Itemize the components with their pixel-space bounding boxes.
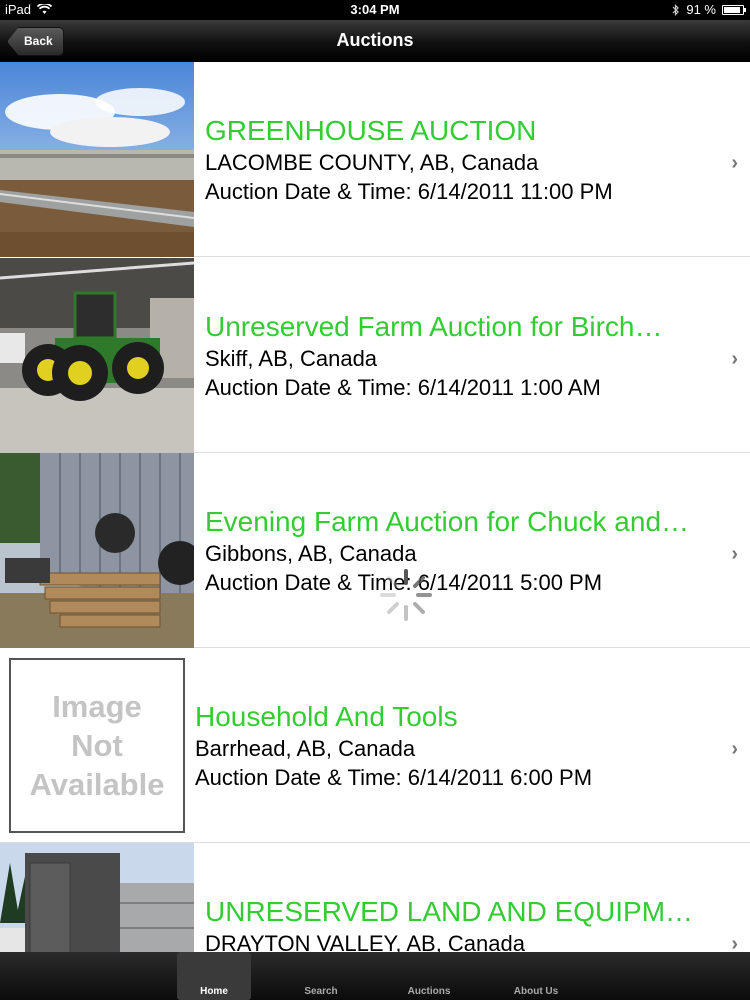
chevron-right-icon: › [731,543,738,565]
lumber-photo [0,453,194,648]
auction-list[interactable]: GREENHOUSE AUCTION LACOMBE COUNTY, AB, C… [0,62,750,952]
auction-title: GREENHOUSE AUCTION [205,115,537,146]
auction-date: Auction Date & Time: 6/14/2011 5:00 PM [205,570,603,595]
list-item[interactable]: Evening Farm Auction for Chuck and… Gibb… [0,453,750,648]
auction-location: Gibbons, AB, Canada [205,541,417,566]
tab-search-label: Search [304,986,338,997]
chevron-right-icon: › [731,738,738,760]
auction-title: Evening Farm Auction for Chuck and… [205,506,690,537]
status-bar: iPad 3:04 PM 91 % [0,0,750,20]
page-title: Auctions [336,30,414,50]
loading-spinner-icon [380,569,432,621]
bluetooth-icon [672,3,680,16]
auction-location: LACOMBE COUNTY, AB, Canada [205,150,539,175]
list-item[interactable]: Unreserved Farm Auction for Birch… Skiff… [0,258,750,453]
auction-location: Barrhead, AB, Canada [195,736,416,761]
auction-title: Unreserved Farm Auction for Birch… [205,311,663,342]
tab-bar: Home Search Auctions About Us [0,952,750,1000]
list-item[interactable]: GREENHOUSE AUCTION LACOMBE COUNTY, AB, C… [0,62,750,257]
auction-title: UNRESERVED LAND AND EQUIPM… [205,896,694,927]
chevron-right-icon: › [731,933,738,952]
auction-title: Household And Tools [195,701,458,732]
chevron-right-icon: › [731,348,738,370]
chevron-right-icon: › [731,152,738,174]
status-time: 3:04 PM [350,2,400,17]
auction-location: Skiff, AB, Canada [205,346,378,371]
auction-location: DRAYTON VALLEY, AB, Canada [205,931,525,952]
trailer-photo [0,843,194,952]
navigation-bar: Back Auctions [0,20,750,62]
tab-home-label: Home [200,986,228,997]
image-not-available: Image Not Available [9,658,185,833]
tab-about-us[interactable]: About Us [499,952,573,1000]
auction-date: Auction Date & Time: 6/14/2011 1:00 AM [205,375,601,400]
tab-search[interactable]: Search [284,952,358,1000]
tab-auctions[interactable]: Auctions [392,952,466,1000]
battery-percent: 91 % [686,2,716,17]
tab-home[interactable]: Home [177,952,251,1000]
tab-about-us-label: About Us [513,986,559,997]
battery-icon [722,4,746,15]
auction-date: Auction Date & Time: 6/14/2011 6:00 PM [195,765,593,790]
auction-date: Auction Date & Time: 6/14/2011 11:00 PM [205,179,613,204]
tractor-photo [0,258,194,453]
list-item[interactable]: Image Not Available Household And Tools Ba… [0,648,750,843]
tab-auctions-label: Auctions [407,986,451,997]
greenhouse-photo [0,62,194,257]
list-item[interactable]: UNRESERVED LAND AND EQUIPM… DRAYTON VALL… [0,843,750,952]
